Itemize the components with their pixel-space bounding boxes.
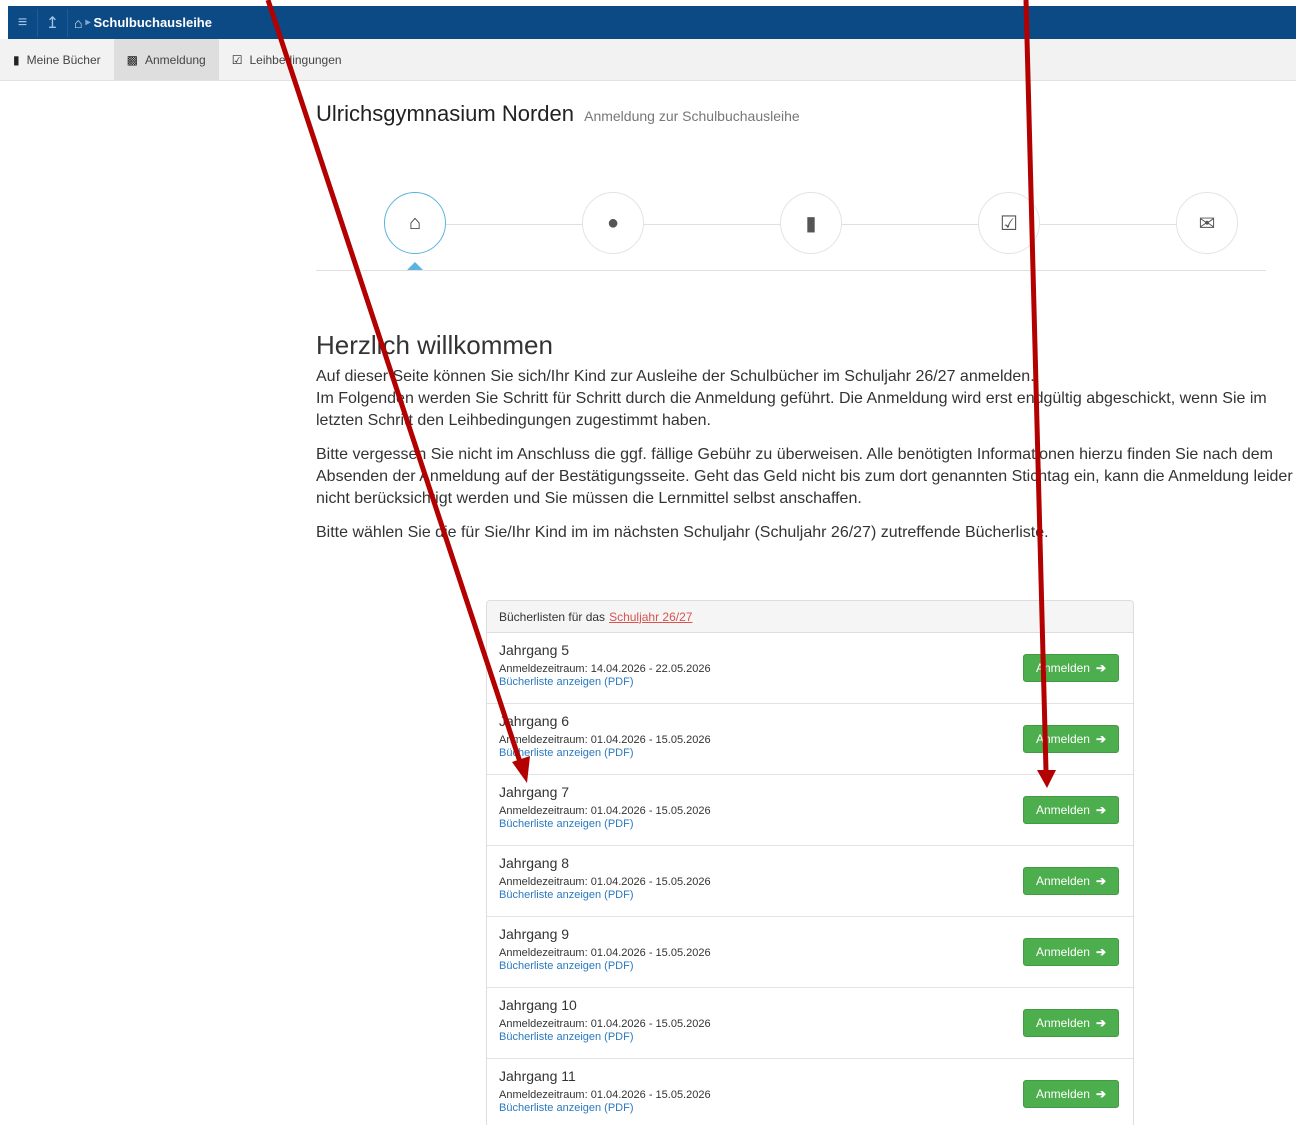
- welcome-paragraph-1: Auf dieser Seite können Sie sich/Ihr Kin…: [316, 366, 1296, 432]
- school-name: Ulrichsgymnasium Norden: [316, 101, 574, 126]
- welcome-paragraph-3: Bitte wählen Sie die für Sie/Ihr Kind im…: [316, 524, 1049, 541]
- anmelden-label: Anmelden: [1035, 732, 1090, 746]
- arrow-right-icon: ➔: [1095, 874, 1107, 888]
- tab-anmeldung[interactable]: ▩ Anmeldung: [113, 39, 219, 80]
- anmelden-label: Anmelden: [1035, 661, 1090, 675]
- welcome-section: Herzlich willkommen Auf dieser Seite kön…: [316, 330, 1296, 556]
- booklist-row: Jahrgang 8 Anmeldezeitraum: 01.04.2026 - …: [487, 846, 1133, 917]
- anmelden-button[interactable]: Anmelden ➔: [1023, 1080, 1119, 1108]
- wizard-divider: [316, 270, 1266, 271]
- anmelden-button[interactable]: Anmelden ➔: [1023, 654, 1119, 682]
- wizard-step-home[interactable]: ⌂: [384, 192, 446, 254]
- anmelden-label: Anmelden: [1035, 1016, 1090, 1030]
- top-navbar: ≡ ↥ ⌂ ▸ Schulbuchausleihe: [0, 0, 1296, 39]
- anmelden-button[interactable]: Anmelden ➔: [1023, 796, 1119, 824]
- book-icon: ▮: [805, 212, 817, 235]
- arrow-up-icon[interactable]: ↥: [38, 8, 68, 37]
- anmelden-label: Anmelden: [1035, 945, 1090, 959]
- anmelden-button[interactable]: Anmelden ➔: [1023, 867, 1119, 895]
- wizard-step-books[interactable]: ▮: [780, 192, 842, 254]
- step-connector: [842, 224, 978, 225]
- arrow-right-icon: ➔: [1095, 732, 1107, 746]
- arrow-right-icon: ➔: [1095, 803, 1107, 817]
- panel-heading-text: Bücherlisten für das: [499, 609, 606, 624]
- booklist-row: Jahrgang 10 Anmeldezeitraum: 01.04.2026 -…: [487, 988, 1133, 1059]
- step-connector: [446, 224, 582, 225]
- welcome-p1-line2: Im Folgenden werden Sie Schritt für Schr…: [316, 390, 1267, 429]
- checkbox-icon: ☑: [231, 52, 243, 67]
- booklist-row: Jahrgang 11 Anmeldezeitraum: 01.04.2026 -…: [487, 1059, 1133, 1125]
- tab-label: Anmeldung: [145, 52, 206, 67]
- anmelden-button[interactable]: Anmelden ➔: [1023, 938, 1119, 966]
- hamburger-icon[interactable]: ≡: [8, 8, 38, 37]
- breadcrumb[interactable]: ⌂ ▸ Schulbuchausleihe: [74, 15, 212, 31]
- welcome-p1-line1: Auf dieser Seite können Sie sich/Ihr Kin…: [316, 368, 1035, 385]
- tab-meine-buecher[interactable]: ▮ Meine Bücher: [0, 39, 114, 80]
- step-connector: [644, 224, 780, 225]
- anmelden-label: Anmelden: [1035, 803, 1090, 817]
- home-icon[interactable]: ⌂: [74, 15, 82, 31]
- booklist-row: Jahrgang 6 Anmeldezeitraum: 01.04.2026 - …: [487, 704, 1133, 775]
- active-step-caret-icon: [407, 262, 423, 270]
- breadcrumb-current[interactable]: Schulbuchausleihe: [94, 15, 212, 30]
- welcome-paragraph-2: Bitte vergessen Sie nicht im Anschluss d…: [316, 446, 1293, 507]
- booklist-panel-heading: Bücherlisten für das Schuljahr 26/27: [487, 601, 1133, 633]
- schuljahr-link[interactable]: Schuljahr 26/27: [609, 610, 692, 624]
- page-subtitle: Anmeldung zur Schulbuchausleihe: [584, 108, 800, 124]
- top-navbar-inner: ≡ ↥ ⌂ ▸ Schulbuchausleihe: [8, 6, 1296, 39]
- wizard-step-conditions[interactable]: ☑: [978, 192, 1040, 254]
- breadcrumb-separator-icon: ▸: [85, 17, 91, 28]
- anmelden-button[interactable]: Anmelden ➔: [1023, 1009, 1119, 1037]
- tab-label: Leihbedingungen: [249, 52, 342, 67]
- home-icon: ⌂: [408, 211, 422, 234]
- anmelden-label: Anmelden: [1035, 1087, 1090, 1101]
- arrow-right-icon: ➔: [1095, 945, 1107, 959]
- envelope-icon: ✉: [1198, 212, 1216, 235]
- step-connector: [1040, 224, 1176, 225]
- tab-bar: ▮ Meine Bücher ▩ Anmeldung ☑ Leihbedingu…: [0, 39, 1296, 81]
- wizard-step-user[interactable]: ●: [582, 192, 644, 254]
- anmelden-button[interactable]: Anmelden ➔: [1023, 725, 1119, 753]
- page-title: Ulrichsgymnasium Norden Anmeldung zur Sc…: [316, 101, 800, 127]
- document-icon: ▩: [126, 52, 138, 67]
- booklist-row: Jahrgang 5 Anmeldezeitraum: 14.04.2026 - …: [487, 633, 1133, 704]
- user-icon: ●: [606, 211, 620, 234]
- arrow-right-icon: ➔: [1095, 1087, 1107, 1101]
- booklist-panel: Bücherlisten für das Schuljahr 26/27 Jah…: [486, 600, 1134, 1125]
- booklist-row: Jahrgang 7 Anmeldezeitraum: 01.04.2026 - …: [487, 775, 1133, 846]
- arrow-right-icon: ➔: [1095, 1016, 1107, 1030]
- arrow-right-icon: ➔: [1095, 661, 1107, 675]
- step-wizard: ⌂ ● ▮ ☑ ✉: [316, 192, 1296, 272]
- wizard-step-confirm[interactable]: ✉: [1176, 192, 1238, 254]
- checkbox-icon: ☑: [1000, 212, 1018, 235]
- booklist-row: Jahrgang 9 Anmeldezeitraum: 01.04.2026 - …: [487, 917, 1133, 988]
- tab-label: Meine Bücher: [26, 52, 101, 67]
- welcome-title: Herzlich willkommen: [316, 330, 553, 360]
- book-icon: ▮: [13, 52, 20, 67]
- tab-leihbedingungen[interactable]: ☑ Leihbedingungen: [219, 39, 355, 80]
- anmelden-label: Anmelden: [1035, 874, 1090, 888]
